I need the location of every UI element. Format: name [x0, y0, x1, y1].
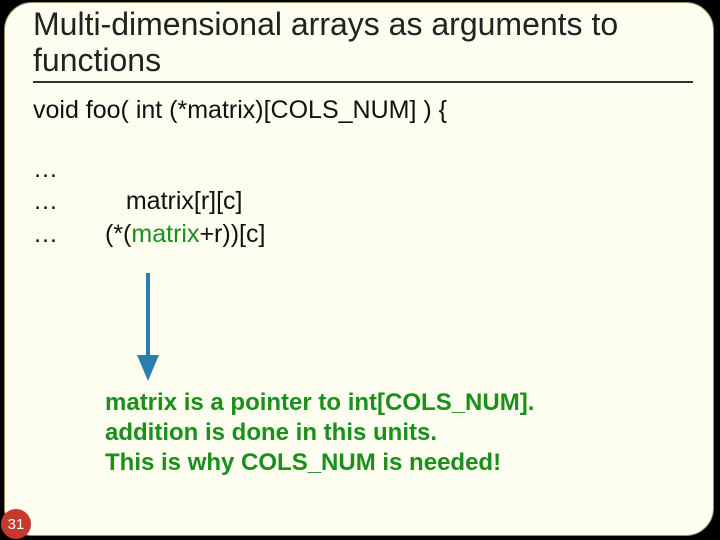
code-block: … … matrix[r][c] … (*(matrix+r))[c]	[33, 155, 693, 249]
slide-frame: Multi-dimensional arrays as arguments to…	[4, 2, 714, 536]
code-row: … matrix[r][c]	[33, 187, 693, 216]
explain-line: matrix is a pointer to int[COLS_NUM].	[105, 388, 685, 418]
arrow-down-icon	[133, 273, 163, 373]
function-signature: void foo( int (*matrix)[COLS_NUM] ) {	[33, 97, 693, 125]
code-text: ))[c]	[222, 220, 265, 248]
code-text: +r	[199, 220, 222, 248]
slide-body: void foo( int (*matrix)[COLS_NUM] ) { … …	[33, 97, 693, 253]
code-row: … (*(matrix+r))[c]	[33, 220, 693, 249]
code-row: …	[33, 155, 693, 184]
code-text-green: matrix	[131, 220, 199, 248]
explanation-block: matrix is a pointer to int[COLS_NUM]. ad…	[105, 388, 685, 478]
explain-line: This is why COLS_NUM is needed!	[105, 448, 685, 478]
explain-line: addition is done in this units.	[105, 418, 685, 448]
ellipsis: …	[33, 187, 105, 216]
expr-deref: (*(matrix+r))[c]	[105, 220, 265, 249]
slide-title: Multi-dimensional arrays as arguments to…	[33, 7, 693, 83]
page-number-badge: 31	[1, 509, 31, 539]
ellipsis: …	[33, 155, 105, 184]
ellipsis: …	[33, 220, 105, 249]
expr-matrix-rc: matrix[r][c]	[105, 187, 243, 216]
code-text: (*(	[105, 220, 131, 248]
code-text: matrix[r][c]	[126, 187, 243, 215]
